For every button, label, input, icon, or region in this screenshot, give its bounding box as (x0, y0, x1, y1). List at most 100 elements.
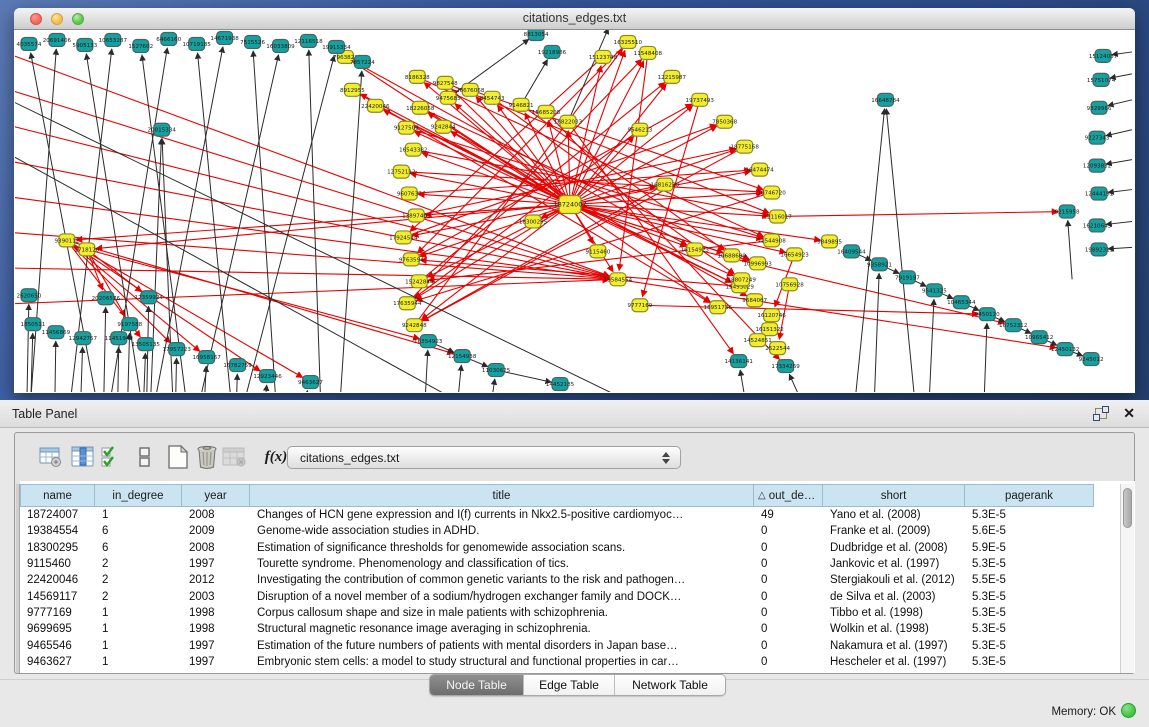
column-header-out_de[interactable]: △out_de… (754, 484, 823, 507)
table-type-tabs: Node Table Edge Table Network Table (429, 674, 726, 696)
graph-node-label: 8912955 (340, 88, 365, 94)
close-icon[interactable]: ✕ (1123, 405, 1135, 422)
graph-node-label: 13505135 (132, 342, 161, 348)
table-settings-icon[interactable] (37, 443, 65, 471)
graph-node-label: 16654923 (780, 252, 809, 258)
graph-node-label: 16154923 (681, 247, 710, 253)
graph-node-label: 9546213 (627, 128, 652, 134)
graph-node-label: 9463627 (298, 380, 323, 386)
table-cell: 19384554 (20, 523, 95, 539)
table-cell: 9777169 (20, 605, 95, 621)
graph-node-label: 9358921 (867, 262, 892, 268)
graph-node-label: 8215958 (1055, 209, 1080, 215)
table-cell: 5.3E-5 (965, 588, 1094, 604)
table-selector-dropdown[interactable]: citations_edges.txt (287, 446, 681, 469)
column-header-short[interactable]: short (823, 484, 965, 507)
tab-node-table[interactable]: Node Table (430, 675, 523, 695)
graph-edge (104, 307, 106, 392)
column-header-title[interactable]: title (250, 484, 754, 507)
table-panel-body: f(x) citations_edges.txt namein_degreeye… (14, 432, 1135, 674)
graph-node-label: 12942757 (69, 336, 98, 342)
float-window-icon[interactable] (1095, 408, 1107, 419)
vertical-scrollbar[interactable] (1120, 484, 1134, 673)
graph-node-label: 16782759 (223, 363, 252, 369)
table-row[interactable]: 2242004622012Investigating the contribut… (20, 572, 1094, 588)
window-titlebar[interactable]: citations_edges.txt (14, 8, 1135, 30)
graph-node-label: 4035574 (17, 42, 42, 48)
table-cell: Genome-wide association studies in ADHD. (250, 523, 754, 539)
table-row[interactable]: 1938455462009Genome-wide association stu… (20, 523, 1094, 539)
delete-table-icon[interactable] (193, 443, 221, 471)
graph-node-label: 16033809 (266, 44, 295, 50)
table-row[interactable]: 911546021997Tourette syndrome. Phenomeno… (20, 556, 1094, 572)
column-header-in_degree[interactable]: in_degree (95, 484, 182, 507)
column-header-name[interactable]: name (20, 484, 95, 507)
graph-node-label: 16151322 (755, 327, 783, 333)
table-cell: Estimation of the future numbers of pati… (250, 637, 754, 653)
graph-edge (144, 353, 146, 392)
graph-node-label: 19915334 (322, 45, 351, 51)
table-cell: 1 (95, 507, 182, 523)
graph-node-label: 2718120 (74, 247, 99, 253)
table-cell: 2008 (182, 507, 250, 523)
table-cell: 22420046 (20, 572, 95, 588)
graph-edge (176, 358, 177, 392)
table-cell: Tourette syndrome. Phenomenology and cla… (250, 556, 754, 572)
graph-edge (874, 273, 879, 392)
table-row[interactable]: 1872400712008Changes of HCN gene express… (20, 507, 1094, 523)
table-row[interactable]: 1830029562008Estimation of significance … (20, 540, 1094, 556)
graph-node-label: 2620650 (17, 293, 42, 299)
graph-edge (422, 185, 665, 321)
column-header-year[interactable]: year (182, 484, 250, 507)
table-cell: 2009 (182, 523, 250, 539)
tab-edge-table[interactable]: Edge Table (523, 675, 614, 695)
graph-node-label: 10653287 (99, 38, 128, 44)
table-row[interactable]: 946362711997Embryonic stem cells: a mode… (20, 654, 1094, 670)
graph-node-label: 1527602 (128, 44, 153, 50)
new-table-icon[interactable] (164, 443, 192, 471)
memory-status-indicator[interactable] (1121, 703, 1136, 718)
citation-network-graph[interactable]: 1872400718300295182260589127503165433821… (15, 30, 1134, 392)
function-builder-icon[interactable]: f(x) (262, 443, 290, 471)
table-body: 1872400712008Changes of HCN gene express… (20, 507, 1094, 670)
select-rows-icon[interactable] (97, 443, 125, 471)
graph-node-label: 16648784 (871, 98, 900, 104)
table-cell: Disruption of a novel member of a sodium… (250, 588, 754, 604)
graph-node-label: 15685208 (532, 110, 561, 116)
graph-edge (789, 374, 799, 392)
table-row[interactable]: 969969511998Structural magnetic resonanc… (20, 621, 1094, 637)
table-cell: Corpus callosum shape and size in male p… (250, 605, 754, 621)
row-height-icon[interactable] (131, 443, 159, 471)
graph-node-label: 20691406 (43, 38, 72, 44)
graph-node-label: 9127503 (394, 126, 419, 132)
graph-node-label: 9227343 (1085, 136, 1110, 142)
table-row[interactable]: 946554611997Estimation of the future num… (20, 637, 1094, 653)
graph-node-label: 7857224 (350, 60, 375, 66)
table-cell: 0 (754, 540, 823, 556)
graph-node-label: 16354923 (414, 339, 443, 345)
graph-node-label: 16474474 (745, 168, 774, 174)
table-row[interactable]: 1456911722003Disruption of a novel membe… (20, 588, 1094, 604)
select-column-icon[interactable] (69, 443, 97, 471)
graph-node-label: 19892311 (1085, 247, 1114, 253)
delete-column-icon[interactable] (221, 443, 249, 471)
graph-node-label: 14452185 (546, 382, 575, 388)
table-cell: 0 (754, 588, 823, 604)
network-view-canvas[interactable]: 1872400718300295182260589127503165433821… (15, 30, 1134, 392)
table-cell: 2 (95, 572, 182, 588)
graph-edge (778, 212, 1059, 217)
table-cell: Estimation of significance thresholds fo… (250, 540, 754, 556)
tab-network-table[interactable]: Network Table (614, 675, 725, 695)
graph-node-label: 7850368 (712, 120, 737, 126)
scrollbar-thumb[interactable] (1123, 488, 1132, 528)
table-row[interactable]: 977716911998Corpus callosum shape and si… (20, 605, 1094, 621)
table-cell: 1997 (182, 637, 250, 653)
graph-node-label: 14524851 (743, 338, 772, 344)
table-cell: 1 (95, 621, 182, 637)
table-cell: 9463627 (20, 654, 95, 670)
table-cell: 1997 (182, 654, 250, 670)
graph-edge (425, 350, 428, 392)
graph-node-label: 8454743 (480, 96, 505, 102)
graph-edge (266, 385, 267, 392)
column-header-pagerank[interactable]: pagerank (965, 484, 1094, 507)
